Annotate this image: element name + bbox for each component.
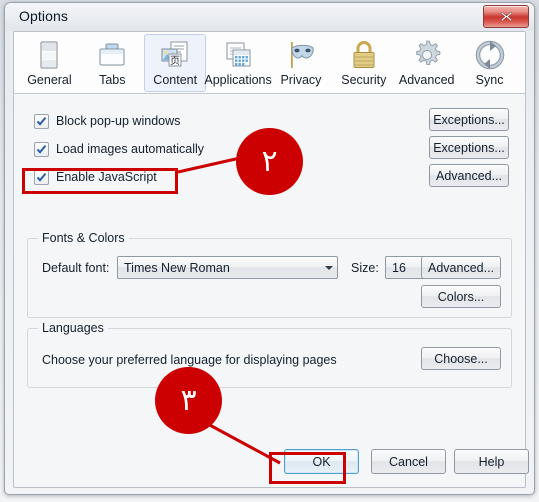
- tab-label: Advanced: [398, 73, 455, 87]
- languages-group: Languages Choose your preferred language…: [27, 321, 512, 388]
- tab-content[interactable]: 页 Content: [144, 34, 207, 92]
- exceptions-images-button[interactable]: Exceptions...: [429, 136, 509, 159]
- mask-icon: [285, 38, 317, 72]
- checkbox-load-images[interactable]: [34, 141, 49, 157]
- cancel-button[interactable]: Cancel: [371, 449, 446, 474]
- title-bar: Options: [5, 3, 534, 31]
- default-font-select[interactable]: Times New Roman: [117, 256, 338, 279]
- default-font-value: Times New Roman: [124, 260, 230, 275]
- font-size-label: Size:: [351, 261, 379, 275]
- tab-tabs[interactable]: Tabs: [81, 34, 143, 92]
- close-x-icon: [500, 11, 513, 22]
- gear-icon: [411, 38, 443, 72]
- app-windows-icon: [222, 38, 254, 72]
- client-area: General Tabs 页 Content Applications Priv…: [13, 31, 529, 488]
- tab-strip: General Tabs 页 Content Applications Priv…: [14, 32, 525, 94]
- sync-arrows-icon: [474, 38, 506, 72]
- fonts-colors-group-title: Fonts & Colors: [38, 231, 129, 245]
- languages-description: Choose your preferred language for displ…: [42, 353, 337, 367]
- svg-text:页: 页: [170, 55, 180, 67]
- tab-label: Sync: [475, 73, 504, 87]
- page-content-icon: 页: [159, 38, 191, 72]
- highlight-box-ok: [269, 452, 346, 484]
- checkbox-block-popups[interactable]: [34, 113, 49, 129]
- fonts-colors-group: Fonts & Colors Default font: Times New R…: [27, 231, 512, 318]
- highlight-box-enable-javascript: [22, 168, 178, 194]
- tab-general[interactable]: General: [18, 34, 80, 92]
- tab-label: General: [27, 73, 72, 87]
- tab-applications[interactable]: Applications: [204, 34, 272, 92]
- colors-button[interactable]: Colors...: [421, 285, 501, 308]
- step-badge-2: ٢: [236, 128, 303, 195]
- chevron-down-icon: [321, 265, 337, 270]
- step-badge-3: ٣: [155, 367, 222, 434]
- tab-privacy[interactable]: Privacy: [270, 34, 332, 92]
- help-button[interactable]: Help: [454, 449, 529, 474]
- folder-tabs-icon: [97, 38, 127, 72]
- browser-window-icon: [36, 38, 62, 72]
- tab-advanced[interactable]: Advanced: [396, 34, 458, 92]
- padlock-icon: [349, 38, 379, 72]
- window-title: Options: [19, 8, 68, 24]
- advanced-javascript-button[interactable]: Advanced...: [429, 164, 509, 187]
- close-button[interactable]: [483, 5, 529, 28]
- options-window: Options General Tabs 页 Content Applicati…: [4, 2, 535, 495]
- default-font-label: Default font:: [42, 261, 110, 275]
- checkbox-label: Load images automatically: [56, 142, 204, 156]
- tab-label: Applications: [204, 73, 272, 87]
- tab-sync[interactable]: Sync: [459, 34, 521, 92]
- exceptions-popups-button[interactable]: Exceptions...: [429, 108, 509, 131]
- tab-label: Tabs: [99, 73, 126, 87]
- fonts-advanced-button[interactable]: Advanced...: [421, 256, 501, 279]
- checkbox-row-load-images[interactable]: Load images automatically: [34, 140, 204, 158]
- screenshot-root: Options General Tabs 页 Content Applicati…: [0, 0, 539, 502]
- tab-security[interactable]: Security: [333, 34, 395, 92]
- tab-label: Privacy: [280, 73, 322, 87]
- checkbox-label: Block pop-up windows: [56, 114, 181, 128]
- tab-label: Security: [341, 73, 387, 87]
- tab-label: Content: [153, 73, 198, 87]
- checkbox-row-block-popups[interactable]: Block pop-up windows: [34, 112, 180, 130]
- languages-group-title: Languages: [38, 321, 108, 335]
- choose-language-button[interactable]: Choose...: [421, 347, 501, 370]
